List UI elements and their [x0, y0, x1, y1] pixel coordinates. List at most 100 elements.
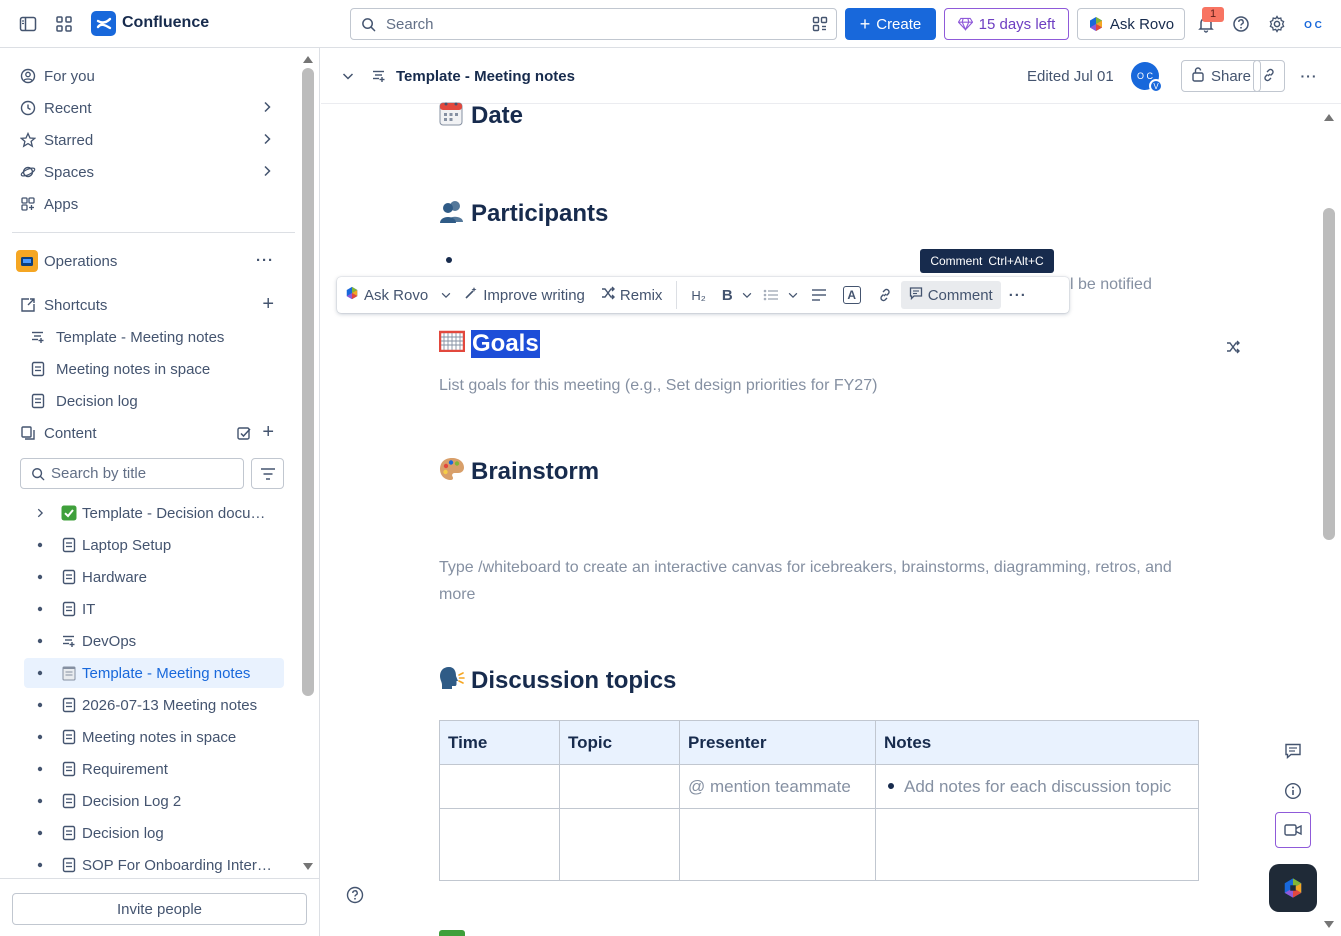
- content-header[interactable]: Content +: [12, 418, 290, 448]
- sidebar-scrollbar[interactable]: [301, 54, 315, 876]
- text-color-button[interactable]: A: [835, 281, 869, 309]
- help-icon[interactable]: [346, 886, 364, 907]
- table-cell[interactable]: [559, 764, 680, 809]
- presenter-cell[interactable]: @ mention teammate: [679, 764, 876, 809]
- column-header-topic[interactable]: Topic: [559, 720, 680, 765]
- shortcut-item[interactable]: Meeting notes in space: [20, 354, 290, 384]
- align-text-icon[interactable]: [803, 281, 835, 309]
- help-icon[interactable]: [1225, 8, 1257, 40]
- bold-button[interactable]: B: [714, 281, 737, 309]
- tree-item[interactable]: Meeting notes in space: [24, 722, 284, 752]
- participants-bullet[interactable]: [445, 251, 453, 267]
- heading-participants[interactable]: Participants: [439, 199, 608, 229]
- tree-item-active[interactable]: Template - Meeting notes: [24, 658, 284, 688]
- filter-button[interactable]: [251, 458, 284, 489]
- collapse-chevron-icon[interactable]: [341, 69, 355, 86]
- bullet-list-icon[interactable]: [757, 281, 783, 309]
- main-scrollbar[interactable]: [1322, 108, 1336, 936]
- rovo-chat-fab-icon[interactable]: [1269, 864, 1317, 912]
- sidebar-item-spaces[interactable]: Spaces: [12, 157, 290, 187]
- remix-button[interactable]: Remix: [593, 281, 671, 309]
- create-button[interactable]: + Create: [845, 8, 936, 40]
- ask-rovo-toolbar-button[interactable]: Ask Rovo: [337, 281, 436, 309]
- chevron-right-icon[interactable]: [260, 164, 274, 182]
- table-cell[interactable]: [439, 808, 560, 881]
- scroll-up-arrow-icon[interactable]: [1323, 112, 1335, 122]
- app-name[interactable]: Confluence: [122, 14, 209, 32]
- video-record-icon[interactable]: [1275, 812, 1311, 848]
- heading-date[interactable]: Date: [439, 100, 523, 132]
- tree-item[interactable]: SOP For Onboarding Interns: [24, 850, 284, 880]
- chevron-right-icon[interactable]: [24, 507, 56, 519]
- comment-button[interactable]: Comment: [900, 281, 1001, 309]
- table-cell[interactable]: [439, 764, 560, 809]
- invite-people-button[interactable]: Invite people: [12, 893, 307, 925]
- heading-brainstorm[interactable]: Brainstorm: [439, 457, 599, 487]
- page-breadcrumb-title[interactable]: Template - Meeting notes: [396, 68, 575, 85]
- sidebar-toggle-icon[interactable]: [12, 8, 44, 40]
- tree-item[interactable]: Requirement: [24, 754, 284, 784]
- goals-placeholder[interactable]: List goals for this meeting (e.g., Set d…: [439, 372, 877, 399]
- table-cell[interactable]: [679, 808, 876, 881]
- improve-writing-button[interactable]: Improve writing: [456, 281, 593, 309]
- user-avatar[interactable]: O C: [1300, 12, 1326, 38]
- tree-item[interactable]: Laptop Setup: [24, 530, 284, 560]
- chevron-right-icon[interactable]: [260, 132, 274, 150]
- shortcuts-header[interactable]: Shortcuts +: [12, 290, 290, 320]
- add-content-icon[interactable]: +: [262, 421, 274, 444]
- chevron-right-icon[interactable]: [260, 100, 274, 118]
- shortcut-item[interactable]: Decision log: [20, 386, 290, 416]
- scroll-down-arrow-icon[interactable]: [302, 862, 314, 872]
- sidebar-scrollbar-thumb[interactable]: [302, 68, 314, 696]
- remix-shuffle-icon[interactable]: [1226, 340, 1240, 357]
- tree-item[interactable]: Template - Decision documentation: [24, 498, 284, 528]
- share-button[interactable]: Share: [1181, 60, 1261, 92]
- tree-item[interactable]: Decision Log 2: [24, 786, 284, 816]
- column-header-presenter[interactable]: Presenter: [679, 720, 876, 765]
- heading-level-button[interactable]: H₂: [683, 281, 713, 309]
- confluence-logo-icon[interactable]: [91, 11, 116, 36]
- info-icon[interactable]: [1273, 772, 1313, 810]
- app-switcher-icon[interactable]: [48, 8, 80, 40]
- main-scrollbar-thumb[interactable]: [1323, 208, 1335, 540]
- sidebar-item-apps[interactable]: Apps: [12, 189, 290, 219]
- sidebar-item-starred[interactable]: Starred: [12, 125, 290, 155]
- comments-panel-icon[interactable]: [1273, 732, 1313, 770]
- trial-button[interactable]: 15 days left: [944, 8, 1069, 40]
- copy-link-button[interactable]: [1253, 60, 1285, 92]
- tree-item[interactable]: Hardware: [24, 562, 284, 592]
- tree-item[interactable]: Decision log: [24, 818, 284, 848]
- heading-discussion-topics[interactable]: Discussion topics: [439, 666, 676, 696]
- chevron-down-icon[interactable]: [737, 281, 757, 309]
- ask-rovo-button[interactable]: Ask Rovo: [1077, 8, 1185, 40]
- collaborator-avatar[interactable]: O C V: [1131, 62, 1163, 93]
- heading-goals[interactable]: Goals: [438, 330, 540, 358]
- search-by-title-input[interactable]: Search by title: [20, 458, 244, 489]
- table-cell[interactable]: [875, 808, 1199, 881]
- link-icon[interactable]: [869, 281, 901, 309]
- more-actions-icon[interactable]: ···: [1293, 60, 1325, 92]
- tree-item[interactable]: IT: [24, 594, 284, 624]
- chevron-down-icon[interactable]: [436, 281, 456, 309]
- chevron-down-icon[interactable]: [783, 281, 803, 309]
- settings-gear-icon[interactable]: [1261, 8, 1293, 40]
- space-header-operations[interactable]: Operations ···: [12, 246, 290, 276]
- sidebar-item-recent[interactable]: Recent: [12, 93, 290, 123]
- column-header-notes[interactable]: Notes: [875, 720, 1199, 765]
- global-search-input[interactable]: Search: [350, 8, 837, 40]
- column-header-time[interactable]: Time: [439, 720, 560, 765]
- add-shortcut-icon[interactable]: +: [262, 293, 274, 316]
- search-filter-icon[interactable]: [812, 16, 828, 32]
- tree-item[interactable]: DevOps: [24, 626, 284, 656]
- sidebar-item-for-you[interactable]: For you: [12, 61, 290, 91]
- scroll-up-arrow-icon[interactable]: [302, 54, 314, 64]
- edited-status[interactable]: Edited Jul 01: [1027, 68, 1114, 85]
- table-cell[interactable]: [559, 808, 680, 881]
- shortcut-item[interactable]: Template - Meeting notes: [20, 322, 290, 352]
- more-options-icon[interactable]: ···: [256, 252, 274, 269]
- notes-cell[interactable]: Add notes for each discussion topic: [875, 764, 1199, 809]
- tree-item[interactable]: 2026-07-13 Meeting notes: [24, 690, 284, 720]
- more-options-icon[interactable]: ···: [1001, 281, 1035, 309]
- scroll-down-arrow-icon[interactable]: [1323, 920, 1335, 930]
- brainstorm-placeholder[interactable]: Type /whiteboard to create an interactiv…: [439, 554, 1199, 608]
